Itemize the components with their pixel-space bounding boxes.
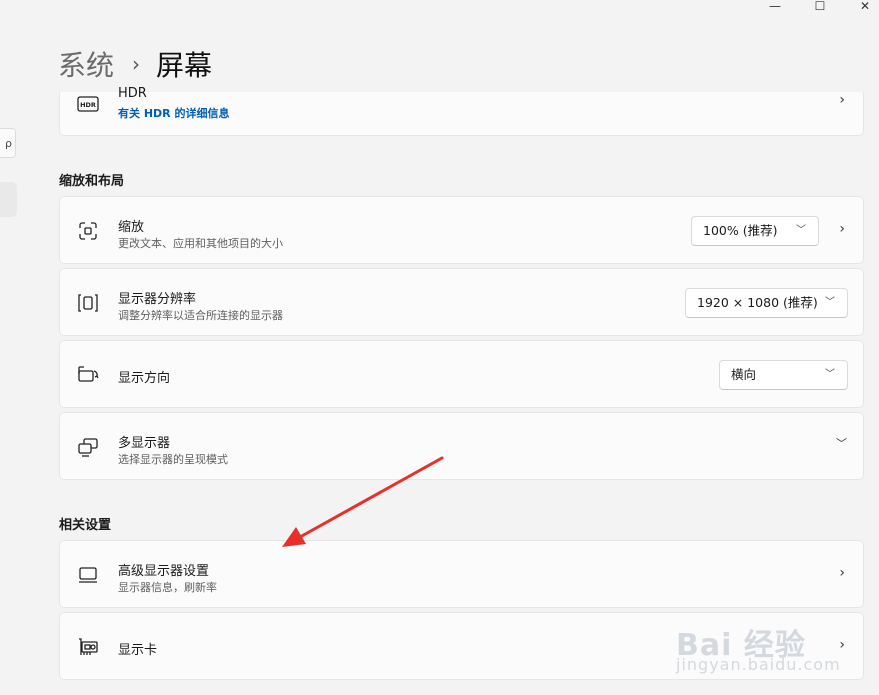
watermark-url: jingyan.baidu.com [676, 655, 841, 674]
chevron-right-icon: › [839, 92, 845, 108]
advanced-display-title: 高级显示器设置 [118, 564, 210, 579]
chevron-right-icon[interactable]: › [839, 221, 845, 237]
maximize-button[interactable]: ☐ [797, 0, 843, 13]
hdr-icon: HDR [76, 92, 100, 116]
minimize-button[interactable]: — [752, 0, 798, 13]
monitor-icon [76, 563, 100, 587]
chevron-down-icon: ﹀ [825, 297, 835, 308]
scale-card[interactable]: 缩放 更改文本、应用和其他项目的大小 100% (推荐) ﹀ › [59, 196, 864, 264]
chevron-down-icon: ﹀ [825, 369, 835, 380]
resolution-dropdown[interactable]: 1920 × 1080 (推荐) ﹀ [685, 288, 848, 318]
section-heading-scale-layout: 缩放和布局 [59, 174, 125, 189]
advanced-display-subtitle: 显示器信息，刷新率 [118, 581, 217, 594]
orientation-dropdown[interactable]: 横向 ﹀ [719, 360, 848, 390]
nav-search-icon[interactable]: ρ [0, 128, 16, 158]
chevron-right-icon: › [839, 637, 845, 653]
multi-display-subtitle: 选择显示器的呈现模式 [118, 453, 228, 466]
hdr-title: HDR [118, 86, 147, 101]
svg-text:HDR: HDR [80, 101, 96, 109]
multi-display-card[interactable]: 多显示器 选择显示器的呈现模式 ﹀ [59, 412, 864, 480]
multi-display-icon [76, 435, 100, 459]
hdr-learn-more-link[interactable]: 有关 HDR 的详细信息 [118, 105, 229, 121]
chevron-down-icon: ﹀ [796, 225, 806, 236]
resolution-icon [76, 291, 100, 315]
orientation-card: 显示方向 横向 ﹀ [59, 340, 864, 408]
resolution-card: 显示器分辨率 调整分辨率以适合所连接的显示器 1920 × 1080 (推荐) … [59, 268, 864, 336]
breadcrumb-separator-icon: › [132, 52, 141, 76]
resolution-subtitle: 调整分辨率以适合所连接的显示器 [118, 309, 283, 322]
scale-title: 缩放 [118, 220, 145, 235]
chevron-right-icon: › [839, 565, 845, 581]
rotate-screen-icon [76, 363, 100, 387]
resolution-title: 显示器分辨率 [118, 292, 197, 307]
gpu-icon [76, 635, 100, 659]
chevron-down-icon[interactable]: ﹀ [836, 435, 847, 451]
hdr-card[interactable]: HDR HDR 有关 HDR 的详细信息 › [59, 86, 864, 136]
orientation-title: 显示方向 [118, 371, 171, 386]
graphics-card-title: 显示卡 [118, 643, 158, 658]
multi-display-title: 多显示器 [118, 436, 171, 451]
advanced-display-card[interactable]: 高级显示器设置 显示器信息，刷新率 › [59, 540, 864, 608]
scale-icon [76, 219, 100, 243]
scale-subtitle: 更改文本、应用和其他项目的大小 [118, 237, 283, 250]
section-heading-related: 相关设置 [59, 518, 112, 533]
nav-selected-item[interactable] [0, 182, 17, 217]
close-button[interactable]: ✕ [842, 0, 879, 13]
scale-dropdown[interactable]: 100% (推荐) ﹀ [691, 216, 819, 246]
breadcrumb: 系统 › 屏幕 [58, 44, 212, 84]
page-title: 屏幕 [156, 49, 213, 82]
breadcrumb-parent[interactable]: 系统 [58, 44, 114, 84]
